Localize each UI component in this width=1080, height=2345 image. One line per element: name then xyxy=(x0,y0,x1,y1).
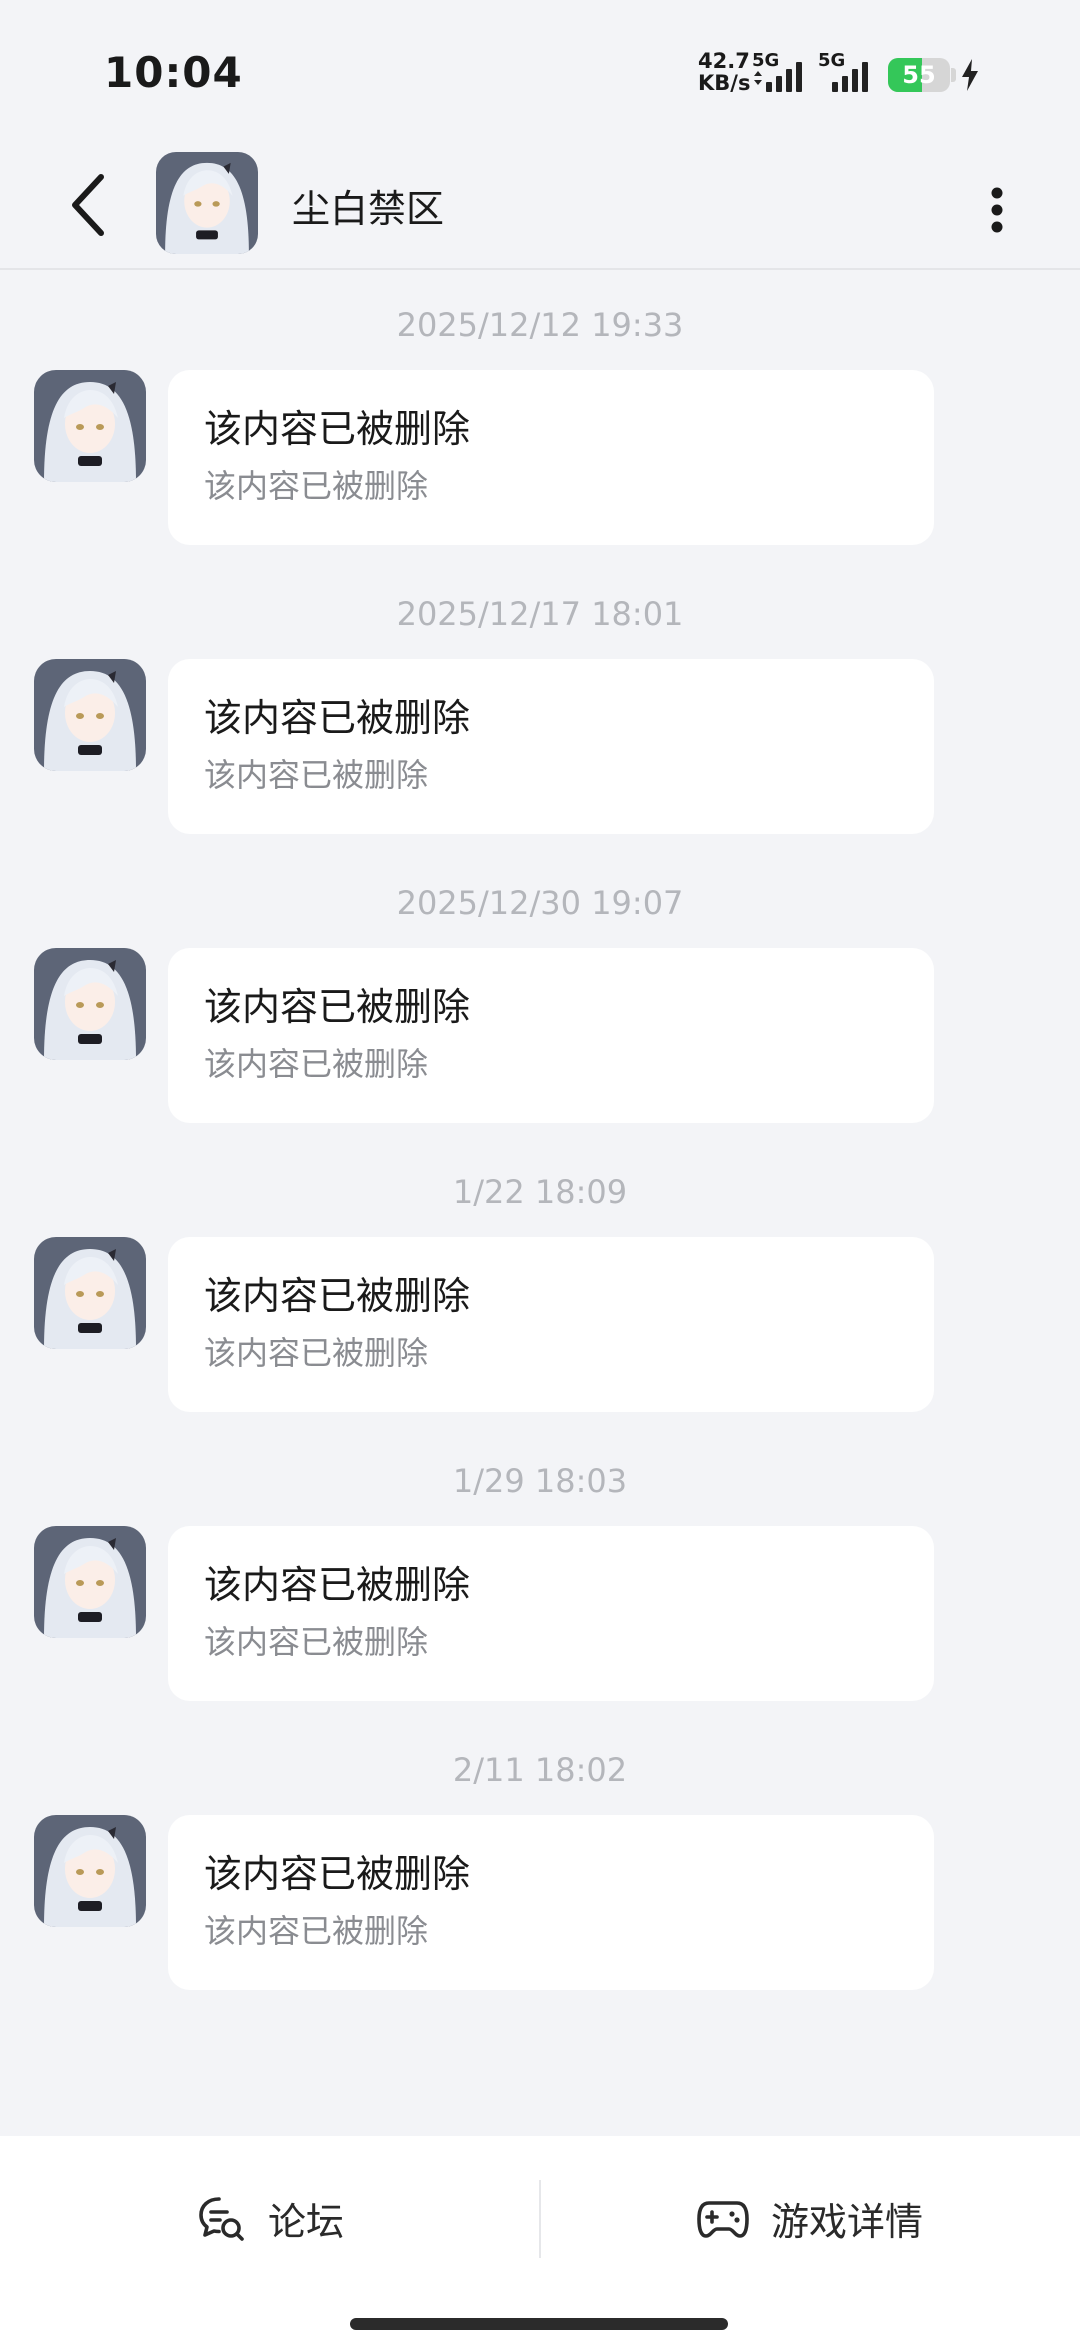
message-item: 2/11 18:02 该内容已被删除 该内容已被删除 xyxy=(0,1745,1080,2034)
sender-avatar[interactable] xyxy=(34,659,146,771)
avatar-image xyxy=(34,1815,146,1927)
network-speed-value: 42.7 xyxy=(698,49,750,73)
avatar-image xyxy=(34,1237,146,1349)
chevron-left-icon xyxy=(72,174,104,236)
sender-avatar[interactable] xyxy=(34,1815,146,1927)
message-timestamp: 2025/12/12 19:33 xyxy=(396,306,684,344)
message-item: 2025/12/17 18:01 该内容已被删除 该内容已被删除 xyxy=(0,589,1080,878)
message-item: 1/22 18:09 该内容已被删除 该内容已被删除 xyxy=(0,1167,1080,1456)
sender-avatar[interactable] xyxy=(34,1526,146,1638)
message-bubble[interactable]: 该内容已被删除 该内容已被删除 xyxy=(168,659,934,834)
chat-title: 尘白禁区 xyxy=(292,187,445,231)
message-bubble[interactable]: 该内容已被删除 该内容已被删除 xyxy=(168,1237,934,1412)
battery-indicator: 55 xyxy=(888,58,950,92)
message-subtitle: 该内容已被删除 xyxy=(204,1623,429,1661)
avatar-image xyxy=(34,659,146,771)
back-button[interactable] xyxy=(52,165,122,245)
gamepad-icon xyxy=(697,2200,749,2238)
forum-chat-icon xyxy=(199,2196,244,2241)
message-subtitle: 该内容已被删除 xyxy=(204,756,429,794)
status-time: 10:04 xyxy=(104,48,243,97)
message-list[interactable]: 2025/12/12 19:33 该内容已被删除 该内容已被删除 2025/12… xyxy=(0,300,1080,2034)
avatar-image xyxy=(34,370,146,482)
message-subtitle: 该内容已被删除 xyxy=(204,1912,429,1950)
message-title: 该内容已被删除 xyxy=(204,985,471,1029)
more-options-button[interactable] xyxy=(972,170,1022,250)
message-timestamp: 2/11 18:02 xyxy=(452,1751,628,1789)
message-item: 1/29 18:03 该内容已被删除 该内容已被删除 xyxy=(0,1456,1080,1745)
sender-avatar[interactable] xyxy=(34,948,146,1060)
message-timestamp: 1/29 18:03 xyxy=(452,1462,628,1500)
home-indicator[interactable] xyxy=(350,2318,728,2330)
signal-bars-icon xyxy=(754,62,802,92)
more-vertical-icon xyxy=(991,187,1003,233)
network-speed-unit: KB/s xyxy=(698,71,751,95)
avatar-image xyxy=(34,1526,146,1638)
message-item: 2025/12/12 19:33 该内容已被删除 该内容已被删除 xyxy=(0,300,1080,589)
message-subtitle: 该内容已被删除 xyxy=(204,1334,429,1372)
forum-label: 论坛 xyxy=(267,2200,344,2244)
message-subtitle: 该内容已被删除 xyxy=(204,1045,429,1083)
forum-tab[interactable]: 论坛 xyxy=(0,2136,540,2301)
message-subtitle: 该内容已被删除 xyxy=(204,467,429,505)
chat-screen: 10:04 42.7 KB/s 5G 5G 55 尘白禁区 2025/12/12… xyxy=(0,0,1080,2345)
status-bar: 10:04 42.7 KB/s 5G 5G 55 xyxy=(0,0,1080,140)
avatar-image xyxy=(34,948,146,1060)
battery-percent: 55 xyxy=(902,61,936,89)
header-avatar[interactable] xyxy=(156,152,258,254)
sender-avatar[interactable] xyxy=(34,1237,146,1349)
message-title: 该内容已被删除 xyxy=(204,1852,471,1896)
network-speed: 42.7 KB/s xyxy=(698,50,750,94)
signal-bars-icon xyxy=(832,62,868,92)
game-details-label: 游戏详情 xyxy=(770,2200,923,2244)
charging-bolt-icon xyxy=(962,59,978,91)
message-bubble[interactable]: 该内容已被删除 该内容已被删除 xyxy=(168,1815,934,1990)
chat-header: 尘白禁区 xyxy=(0,140,1080,270)
sender-avatar[interactable] xyxy=(34,370,146,482)
bottom-action-bar: 论坛 游戏详情 xyxy=(0,2136,1080,2345)
message-timestamp: 2025/12/17 18:01 xyxy=(396,595,684,633)
message-item: 2025/12/30 19:07 该内容已被删除 该内容已被删除 xyxy=(0,878,1080,1167)
message-timestamp: 1/22 18:09 xyxy=(452,1173,628,1211)
battery-tip xyxy=(951,68,956,82)
message-title: 该内容已被删除 xyxy=(204,1274,471,1318)
message-timestamp: 2025/12/30 19:07 xyxy=(396,884,684,922)
message-bubble[interactable]: 该内容已被删除 该内容已被删除 xyxy=(168,370,934,545)
message-title: 该内容已被删除 xyxy=(204,696,471,740)
avatar-image xyxy=(156,152,258,254)
message-title: 该内容已被删除 xyxy=(204,407,471,451)
message-bubble[interactable]: 该内容已被删除 该内容已被删除 xyxy=(168,948,934,1123)
message-title: 该内容已被删除 xyxy=(204,1563,471,1607)
game-details-tab[interactable]: 游戏详情 xyxy=(540,2136,1080,2301)
message-bubble[interactable]: 该内容已被删除 该内容已被删除 xyxy=(168,1526,934,1701)
